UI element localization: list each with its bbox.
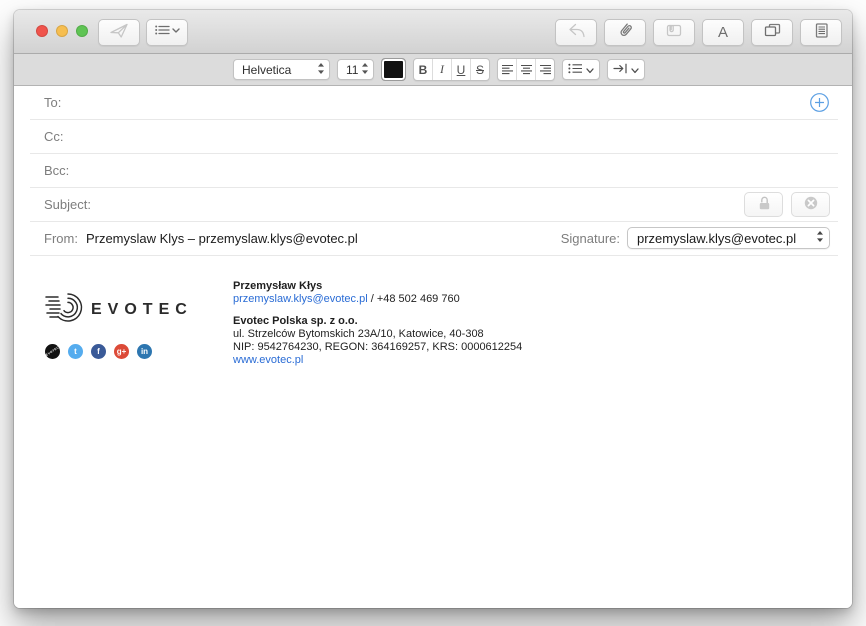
list-style-dropdown[interactable] [562, 59, 600, 80]
to-row: To: [30, 86, 838, 120]
bold-button[interactable]: B [414, 59, 433, 80]
strikethrough-button[interactable]: S [471, 59, 489, 80]
underline-button[interactable]: U [452, 59, 471, 80]
evotec-badge-icon[interactable]: EVOTEC [45, 344, 60, 359]
format-pane-button[interactable] [800, 19, 842, 46]
signature-email-link[interactable]: przemyslaw.klys@evotec.pl [233, 293, 368, 305]
zoom-button[interactable] [76, 25, 88, 37]
align-right-icon [539, 64, 552, 75]
evotec-logo: EVOTEC [44, 290, 199, 331]
attach-button[interactable] [604, 19, 646, 46]
from-row: From: Przemyslaw Klys – przemyslaw.klys@… [30, 222, 838, 256]
chevron-down-icon [586, 61, 594, 79]
linkedin-icon[interactable]: in [137, 344, 152, 359]
subject-input[interactable] [99, 188, 838, 221]
signature-name: Przemysław Kłys [233, 280, 522, 293]
italic-button[interactable]: I [433, 59, 452, 80]
seal-icon [802, 194, 820, 215]
signature-contact-line: przemyslaw.klys@evotec.pl / +48 502 469 … [233, 293, 522, 306]
social-icons: EVOTEC t f g+ in [45, 344, 152, 359]
bcc-input[interactable] [77, 154, 838, 187]
toolbar-right-group: A [555, 19, 842, 46]
align-center-icon [520, 64, 533, 75]
signature-value: przemyslaw.klys@evotec.pl [637, 231, 796, 246]
chevron-up-down-icon [816, 230, 824, 246]
chevron-up-down-icon [317, 62, 325, 78]
chevron-up-down-icon [361, 62, 369, 78]
align-center-button[interactable] [517, 59, 536, 80]
align-right-button[interactable] [536, 59, 554, 80]
lock-icon [755, 194, 773, 215]
signature-registry: NIP: 9542764230, REGON: 364169257, KRS: … [233, 341, 522, 354]
signature-website-link[interactable]: www.evotec.pl [233, 354, 522, 367]
signature-chooser: Signature: przemyslaw.klys@evotec.pl [561, 227, 830, 249]
title-bar: A [14, 10, 852, 54]
text-color-well[interactable] [381, 58, 406, 81]
message-actions-button[interactable] [146, 19, 188, 46]
paperclip-icon [616, 21, 635, 45]
indent-icon [613, 61, 628, 79]
font-size-value: 11 [346, 63, 358, 77]
signature-phone: / +48 502 469 760 [368, 293, 460, 305]
bcc-label: Bcc: [30, 163, 69, 178]
compose-window: A [14, 10, 852, 608]
plus-circle-icon [809, 92, 830, 113]
message-body[interactable]: EVOTEC EVOTEC t f g+ in Przemysław Kłys … [14, 256, 852, 608]
fonts-button[interactable]: A [702, 19, 744, 46]
minimize-button[interactable] [56, 25, 68, 37]
stationery-button[interactable] [653, 19, 695, 46]
from-label: From: [30, 231, 78, 246]
to-label: To: [30, 95, 61, 110]
signature-text-block: Przemysław Kłys przemyslaw.klys@evotec.p… [233, 280, 522, 367]
font-family-value: Helvetica [242, 63, 291, 77]
stationery-icon [664, 22, 684, 43]
paper-plane-icon [109, 22, 129, 44]
bullet-list-icon [568, 61, 583, 79]
security-buttons [744, 192, 830, 217]
facebook-icon[interactable]: f [91, 344, 106, 359]
sign-button[interactable] [791, 192, 830, 217]
evotec-logo-text: EVOTEC [91, 301, 193, 318]
chevron-down-icon [631, 61, 639, 79]
text-style-group: B I U S [413, 58, 490, 81]
letter-a-icon: A [718, 24, 728, 41]
subject-row: Subject: [30, 188, 838, 222]
font-size-select[interactable]: 11 [337, 59, 374, 80]
signature-address: ul. Strzelców Bytomskich 23A/10, Katowic… [233, 328, 522, 341]
google-plus-icon[interactable]: g+ [114, 344, 129, 359]
cc-label: Cc: [30, 129, 64, 144]
send-button[interactable] [98, 19, 140, 46]
alignment-group [497, 58, 555, 81]
reply-arrow-icon [567, 22, 586, 44]
font-family-select[interactable]: Helvetica [233, 59, 330, 80]
bullet-list-chevron-icon [154, 22, 180, 43]
document-lines-icon [813, 22, 830, 44]
indent-dropdown[interactable] [607, 59, 645, 80]
reply-button[interactable] [555, 19, 597, 46]
cc-input[interactable] [72, 120, 839, 153]
from-account-value[interactable]: Przemyslaw Klys – przemyslaw.klys@evotec… [86, 231, 358, 246]
twitter-icon[interactable]: t [68, 344, 83, 359]
traffic-lights [36, 25, 88, 37]
bcc-row: Bcc: [30, 154, 838, 188]
encrypt-button[interactable] [744, 192, 783, 217]
add-recipient-button[interactable] [809, 92, 830, 113]
format-bar: Helvetica 11 B I U S [14, 54, 852, 86]
subject-label: Subject: [30, 197, 91, 212]
align-left-button[interactable] [498, 59, 517, 80]
cc-row: Cc: [30, 120, 838, 154]
signature-label: Signature: [561, 231, 620, 246]
photo-browser-button[interactable] [751, 19, 793, 46]
close-button[interactable] [36, 25, 48, 37]
to-input[interactable] [69, 86, 838, 119]
photo-browser-icon [763, 22, 782, 43]
signature-company: Evotec Polska sp. z o.o. [233, 315, 522, 328]
signature-select[interactable]: przemyslaw.klys@evotec.pl [627, 227, 830, 249]
align-left-icon [501, 64, 514, 75]
